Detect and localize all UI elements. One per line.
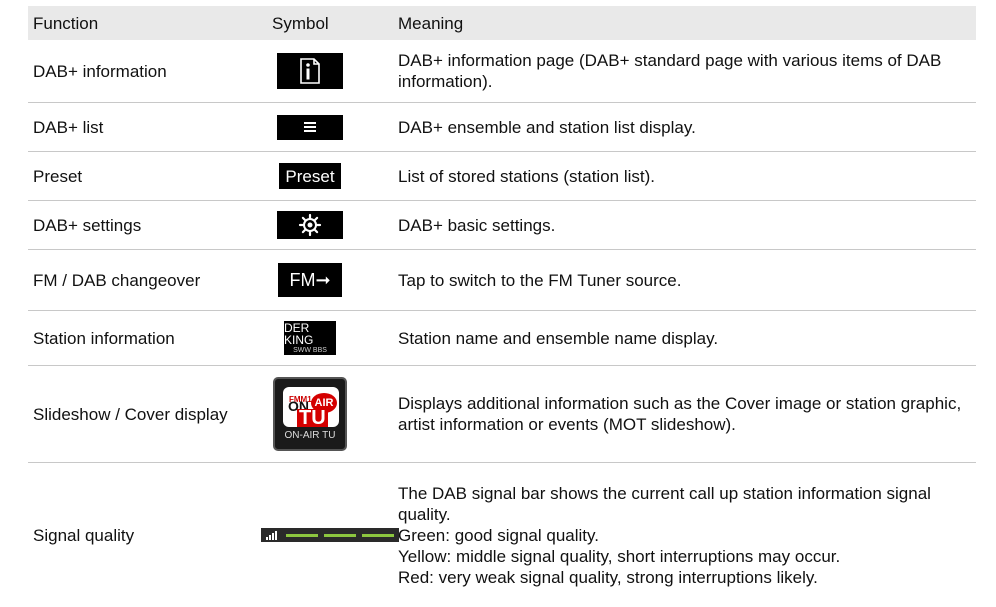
- meaning-cell: The DAB signal bar shows the current cal…: [398, 463, 973, 607]
- table-row: DAB+ settings DAB+ basic settings.: [28, 201, 976, 250]
- station-name-symbol: DER KING SWW BBS: [284, 321, 336, 355]
- table-row: DAB+ list DAB+ ensemble and station list…: [28, 103, 976, 152]
- table-row: FM / DAB changeover FM➞ Tap to switch to…: [28, 250, 976, 311]
- meaning-line: Yellow: middle signal quality, short int…: [398, 546, 841, 566]
- function-cell: Station information: [33, 328, 175, 348]
- meaning-cell: DAB+ information page (DAB+ standard pag…: [398, 51, 942, 91]
- info-page-icon: [277, 53, 343, 89]
- meaning-cell: DAB+ basic settings.: [398, 215, 556, 235]
- table-row: Slideshow / Cover display FMM1 ON AIR TU…: [28, 366, 976, 463]
- preset-symbol: Preset: [279, 163, 341, 189]
- header-function: Function: [33, 13, 99, 33]
- function-cell: Signal quality: [33, 525, 135, 545]
- cover-image: FMM1 ON AIR TU ON-AIR TU: [273, 377, 347, 451]
- meaning-cell: List of stored stations (station list).: [398, 166, 655, 186]
- symbol-cell: [250, 201, 370, 249]
- symbol-cell: [250, 463, 399, 607]
- meaning-cell: Station name and ensemble name display.: [398, 328, 719, 348]
- signal-bar-icon: [261, 528, 399, 542]
- function-cell: DAB+ settings: [33, 215, 142, 235]
- table-row: DAB+ information DAB+ information page (…: [28, 40, 976, 103]
- station-name-text: DER KING: [284, 321, 314, 347]
- meaning-line: The DAB signal bar shows the current cal…: [398, 483, 931, 524]
- signal-segment: [324, 533, 356, 537]
- symbol-cell: DER KING SWW BBS: [250, 311, 370, 365]
- meaning-cell: Tap to switch to the FM Tuner source.: [398, 270, 682, 290]
- meaning-cell: DAB+ ensemble and station list display.: [398, 117, 696, 137]
- function-cell: Slideshow / Cover display: [33, 404, 228, 424]
- header-symbol: Symbol: [272, 13, 329, 33]
- function-cell: DAB+ information: [33, 61, 167, 81]
- symbol-cell: FMM1 ON AIR TU ON-AIR TU: [250, 366, 370, 462]
- header-meaning: Meaning: [398, 13, 464, 33]
- ensemble-name-text: SWW BBS: [293, 347, 327, 354]
- gear-icon: [277, 211, 343, 239]
- table-row: Preset Preset List of stored stations (s…: [28, 152, 976, 201]
- meaning-line: Red: very weak signal quality, strong in…: [398, 567, 818, 587]
- fm-switch-symbol: FM➞: [278, 263, 342, 297]
- symbol-cell: FM➞: [250, 250, 370, 310]
- list-icon: [277, 114, 343, 140]
- function-cell: DAB+ list: [33, 117, 104, 137]
- function-cell: Preset: [33, 166, 83, 186]
- table-header: Function Symbol Meaning: [28, 6, 976, 40]
- meaning-cell: Displays additional information such as …: [398, 394, 962, 434]
- symbol-cell: Preset: [250, 152, 370, 200]
- table-row: Signal quality The DAB signal bar shows …: [28, 463, 976, 607]
- symbol-cell: [250, 103, 370, 151]
- table-row: Station information DER KING SWW BBS Sta…: [28, 311, 976, 366]
- cover-caption: ON-AIR TU: [284, 430, 336, 441]
- signal-segment: [286, 533, 318, 537]
- function-cell: FM / DAB changeover: [33, 270, 201, 290]
- symbol-cell: [250, 40, 370, 102]
- meaning-line: Green: good signal quality.: [398, 525, 599, 545]
- signal-segment: [362, 533, 394, 537]
